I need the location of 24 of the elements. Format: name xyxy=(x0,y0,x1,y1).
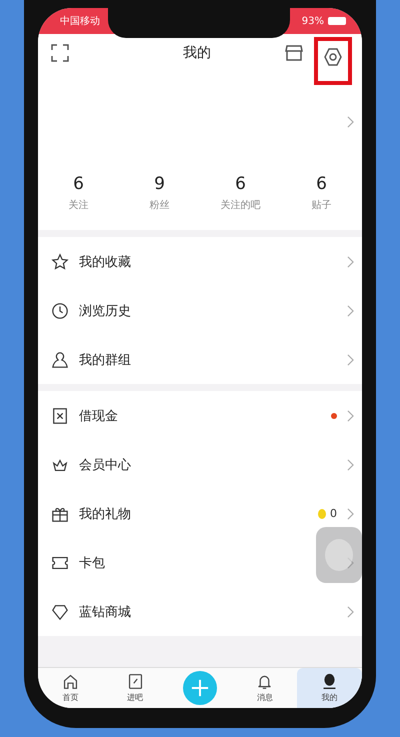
carrier-name: 中国移动 xyxy=(60,14,101,28)
tab[interactable]: 进吧 xyxy=(102,668,168,708)
tab[interactable]: 我的 xyxy=(297,668,362,708)
stat-value[interactable]: 9 xyxy=(154,174,165,194)
menu-item[interactable]: 我的礼物 0 xyxy=(38,489,362,538)
menu-item[interactable]: 我的群组 xyxy=(38,335,362,384)
menu-item[interactable]: 蓝钻商城 xyxy=(38,587,362,636)
gift-count: 0 xyxy=(330,507,337,520)
stat-value[interactable]: 6 xyxy=(235,174,246,194)
menu-item[interactable]: 借现金 xyxy=(38,391,362,440)
battery-level: 93% xyxy=(302,16,324,26)
stat-value[interactable]: 6 xyxy=(73,174,84,194)
menu-item[interactable]: 卡包 xyxy=(38,538,362,587)
menu-item[interactable]: 我的收藏 xyxy=(38,237,362,286)
stat-label[interactable]: 粉丝 xyxy=(150,198,170,212)
stat-label[interactable]: 关注 xyxy=(68,198,88,212)
menu-item[interactable]: 会员中心 xyxy=(38,440,362,489)
tab[interactable]: 消息 xyxy=(232,668,298,708)
tab[interactable]: 首页 xyxy=(38,668,103,708)
stat-value[interactable]: 6 xyxy=(316,174,327,194)
stat-label[interactable]: 关注的吧 xyxy=(220,198,260,212)
stat-label[interactable]: 贴子 xyxy=(312,198,332,212)
page-title: 我的 xyxy=(182,44,212,62)
menu-item[interactable]: 浏览历史 xyxy=(38,286,362,335)
